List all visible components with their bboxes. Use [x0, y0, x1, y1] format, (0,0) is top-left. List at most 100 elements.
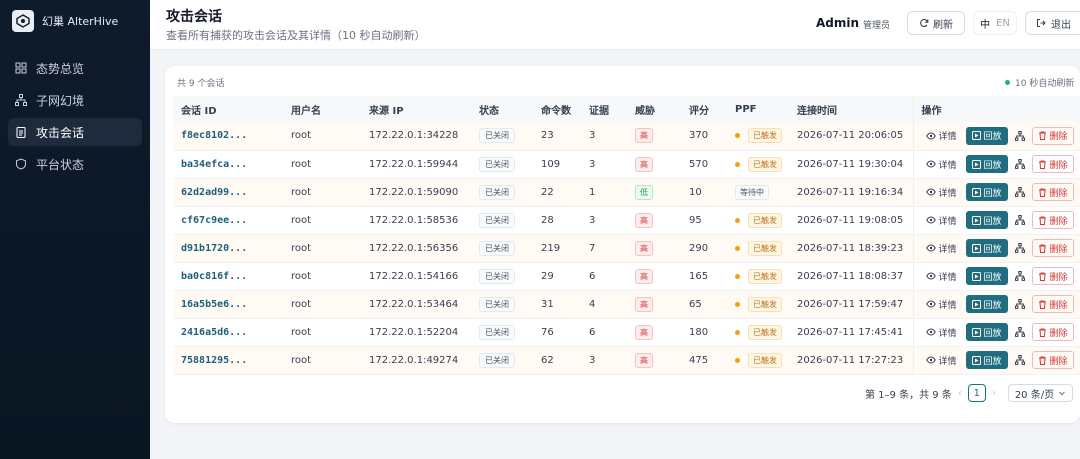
eye-icon	[925, 299, 936, 309]
col-status[interactable]: 状态	[471, 96, 533, 122]
play-icon	[971, 187, 981, 197]
session-id-link[interactable]: 2416a5d6...	[181, 327, 247, 338]
detail-button[interactable]: 详情	[922, 183, 961, 201]
session-id-link[interactable]: 62d2ad99...	[181, 187, 247, 198]
process-tree-button[interactable]	[1013, 323, 1027, 341]
process-tree-button[interactable]	[1013, 239, 1027, 257]
score-cell: 95	[681, 206, 727, 235]
sidebar-item-sessions[interactable]: 攻击会话	[8, 118, 142, 146]
table-row[interactable]: cf67c9ee... root 172.22.0.1:58536 已关闭 28 3 高 95…	[173, 206, 1080, 235]
col-command-count[interactable]: 命令数	[533, 96, 581, 122]
tree-icon	[1014, 159, 1025, 169]
col-username[interactable]: 用户名	[283, 96, 361, 122]
play-icon	[971, 327, 981, 337]
table-row[interactable]: ba0c816f... root 172.22.0.1:54166 已关闭 29 6 高 16…	[173, 262, 1080, 291]
delete-label: 删除	[1049, 132, 1068, 143]
process-tree-button[interactable]	[1013, 155, 1027, 173]
replay-button[interactable]: 回放	[965, 351, 1008, 369]
sidebar-item-label: 平台状态	[36, 157, 85, 172]
session-id-link[interactable]: cf67c9ee...	[181, 215, 247, 226]
delete-button[interactable]: 删除	[1031, 239, 1074, 257]
ppf-dot-icon	[735, 273, 740, 279]
col-ppf[interactable]: PPF	[727, 96, 789, 122]
col-score[interactable]: 评分	[681, 96, 727, 122]
delete-button[interactable]: 删除	[1031, 267, 1074, 285]
ppf-badge: 已触发	[735, 240, 782, 256]
delete-button[interactable]: 删除	[1031, 323, 1074, 341]
page-size-value: 20 条/页	[1014, 389, 1055, 401]
delete-label: 删除	[1049, 300, 1068, 311]
language-switch[interactable]: 中 EN	[973, 11, 1017, 35]
process-tree-button[interactable]	[1013, 267, 1027, 285]
brand[interactable]: 幻巢 AlterHive	[0, 0, 150, 42]
detail-button[interactable]: 详情	[922, 155, 961, 173]
connect-time-cell: 2026-07-11 19:16:34	[789, 178, 913, 207]
session-id-link[interactable]: 75881295...	[181, 355, 247, 366]
detail-button[interactable]: 详情	[922, 351, 961, 369]
process-tree-button[interactable]	[1013, 351, 1027, 369]
process-tree-button[interactable]	[1013, 183, 1027, 201]
process-tree-button[interactable]	[1013, 127, 1027, 145]
session-id-link[interactable]: ba34efca...	[181, 159, 247, 170]
session-id-link[interactable]: 16a5b5e6...	[181, 299, 247, 310]
session-id-link[interactable]: d91b1720...	[181, 243, 247, 254]
col-connect-time[interactable]: 连接时间	[789, 96, 913, 122]
replay-button[interactable]: 回放	[965, 239, 1008, 257]
table-row[interactable]: 2416a5d6... root 172.22.0.1:52204 已关闭 76 6 高 18…	[173, 318, 1080, 347]
detail-button[interactable]: 详情	[922, 211, 961, 229]
refresh-button[interactable]: 刷新	[907, 11, 965, 35]
sidebar-item-subnet[interactable]: 子网幻境	[8, 86, 142, 114]
col-threat[interactable]: 威胁	[627, 96, 681, 122]
replay-button[interactable]: 回放	[965, 211, 1008, 229]
process-tree-button[interactable]	[1013, 295, 1027, 313]
table-row[interactable]: f8ec8102... root 172.22.0.1:34228 已关闭 23 3 高 37…	[173, 122, 1080, 151]
detail-button[interactable]: 详情	[922, 127, 961, 145]
table-row[interactable]: 16a5b5e6... root 172.22.0.1:53464 已关闭 31 4 高 65…	[173, 290, 1080, 319]
delete-button[interactable]: 删除	[1031, 295, 1074, 313]
prev-page-icon[interactable]: ‹	[958, 388, 962, 399]
replay-button[interactable]: 回放	[965, 155, 1008, 173]
replay-button[interactable]: 回放	[965, 323, 1008, 341]
pagination: 第 1–9 条，共 9 条 ‹ 1 › 20 条/页	[865, 384, 1074, 402]
threat-badge: 高	[635, 324, 653, 340]
lang-zh[interactable]: 中	[980, 16, 990, 31]
replay-button[interactable]: 回放	[965, 183, 1008, 201]
col-evidence[interactable]: 证据	[581, 96, 627, 122]
replay-button[interactable]: 回放	[965, 267, 1008, 285]
delete-button[interactable]: 删除	[1031, 351, 1074, 369]
tree-icon	[1014, 215, 1025, 225]
delete-button[interactable]: 删除	[1031, 211, 1074, 229]
session-id-link[interactable]: f8ec8102...	[181, 130, 247, 141]
sidebar-item-platform[interactable]: 平台状态	[8, 150, 142, 178]
source-ip-cell: 172.22.0.1:34228	[361, 122, 471, 151]
replay-button[interactable]: 回放	[965, 126, 1008, 145]
col-session-id[interactable]: 会话 ID	[173, 96, 283, 122]
user-name: Admin	[816, 16, 860, 30]
detail-button[interactable]: 详情	[922, 295, 961, 313]
table-row[interactable]: d91b1720... root 172.22.0.1:56356 已关闭 219 7 高 2…	[173, 234, 1080, 263]
detail-label: 详情	[938, 244, 957, 255]
detail-button[interactable]: 详情	[922, 267, 961, 285]
delete-button[interactable]: 删除	[1031, 126, 1074, 145]
source-ip-cell: 172.22.0.1:53464	[361, 290, 471, 319]
delete-button[interactable]: 删除	[1031, 183, 1074, 201]
col-source-ip[interactable]: 来源 IP	[361, 96, 471, 122]
detail-button[interactable]: 详情	[922, 323, 961, 341]
next-page-icon[interactable]: ›	[992, 388, 996, 399]
logout-button[interactable]: 退出	[1025, 11, 1080, 35]
ppf-badge: 已触发	[735, 212, 782, 228]
lang-en[interactable]: EN	[996, 18, 1010, 29]
detail-button[interactable]: 详情	[922, 239, 961, 257]
command-count-cell: 29	[533, 262, 581, 291]
replay-button[interactable]: 回放	[965, 295, 1008, 313]
page-number[interactable]: 1	[967, 384, 986, 402]
process-tree-button[interactable]	[1013, 211, 1027, 229]
table-row[interactable]: ba34efca... root 172.22.0.1:59944 已关闭 109 3 高 5…	[173, 150, 1080, 179]
table-row[interactable]: 75881295... root 172.22.0.1:49274 已关闭 62 3 高 47…	[173, 346, 1080, 375]
delete-button[interactable]: 删除	[1031, 155, 1074, 173]
eye-icon	[925, 131, 936, 141]
session-id-link[interactable]: ba0c816f...	[181, 271, 247, 282]
table-row[interactable]: 62d2ad99... root 172.22.0.1:59090 已关闭 22 1 低 10…	[173, 178, 1080, 207]
page-size-select[interactable]: 20 条/页	[1007, 384, 1074, 402]
sidebar-item-overview[interactable]: 态势总览	[8, 54, 142, 82]
